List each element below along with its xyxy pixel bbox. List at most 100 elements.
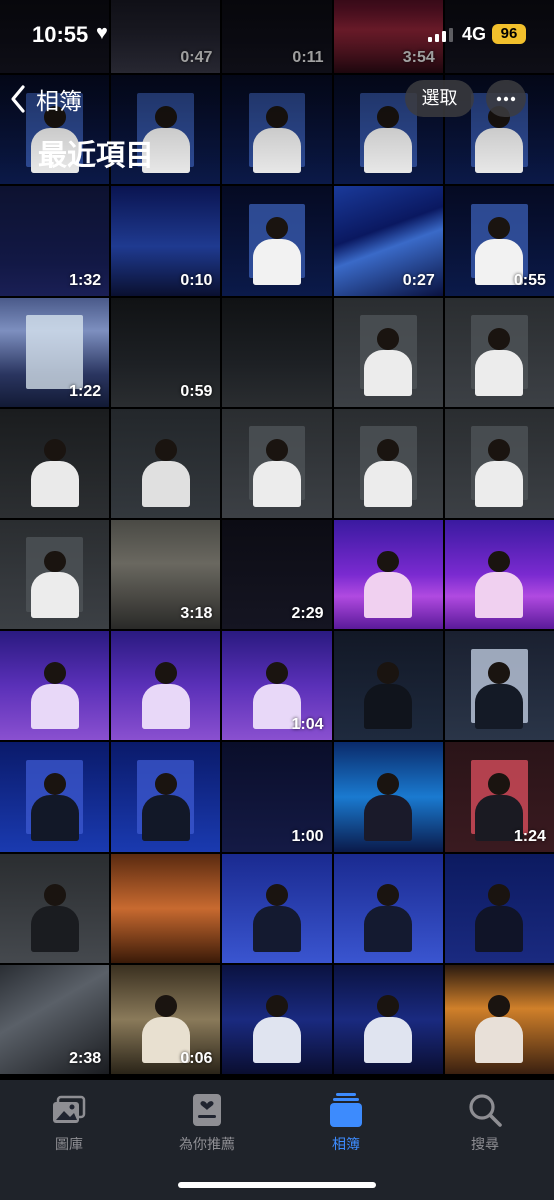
photo-thumbnail[interactable] (0, 631, 110, 741)
battery-indicator: 96 (492, 24, 526, 44)
photo-thumbnail[interactable] (111, 631, 221, 741)
tab-for-you[interactable]: 為你推薦 (152, 1090, 262, 1154)
video-thumbnail[interactable]: 1:24 (444, 742, 554, 852)
performer-head (377, 550, 400, 573)
video-thumbnail[interactable]: 2:38 (0, 964, 110, 1074)
photo-thumbnail[interactable] (222, 297, 332, 407)
video-duration: 0:59 (180, 382, 213, 400)
photo-thumbnail[interactable] (111, 853, 221, 963)
performer-body (364, 461, 413, 507)
performer-head (43, 661, 66, 684)
performer-head (266, 216, 288, 239)
photo-thumbnail[interactable] (444, 964, 554, 1074)
photo-thumbnail[interactable] (222, 408, 332, 518)
video-duration: 2:29 (291, 605, 324, 623)
photo-thumbnail[interactable] (333, 408, 443, 518)
video-thumbnail[interactable]: 1:04 (222, 631, 332, 741)
tab-label: 搜尋 (471, 1136, 499, 1152)
video-thumbnail[interactable]: 0:55 (444, 186, 554, 296)
video-thumbnail[interactable]: 0:06 (111, 964, 221, 1074)
video-thumbnail[interactable]: 0:10 (111, 186, 221, 296)
performer-head (266, 439, 288, 462)
performer-body (364, 349, 413, 396)
status-time: 10:55 (32, 22, 89, 47)
ellipsis-icon (496, 96, 516, 102)
performer-body (252, 238, 301, 285)
performer-body (475, 905, 524, 952)
video-duration: 1:24 (513, 827, 546, 845)
photos-icon (53, 1095, 86, 1123)
performer-head (377, 995, 400, 1018)
performer-head (488, 884, 511, 906)
performer-head (154, 661, 177, 684)
tab-albums[interactable]: 相簿 (291, 1090, 401, 1154)
more-button[interactable] (486, 80, 526, 117)
photo-thumbnail[interactable] (333, 297, 443, 407)
photo-thumbnail[interactable] (444, 408, 554, 518)
performer-head (488, 216, 511, 239)
photo-thumbnail[interactable] (444, 631, 554, 741)
photo-thumbnail[interactable] (222, 853, 332, 963)
heart-icon: ♥ (96, 22, 108, 44)
performer-body (364, 683, 413, 730)
video-thumbnail[interactable]: 2:29 (222, 519, 332, 630)
performer-head (377, 661, 400, 684)
performer-body (30, 572, 79, 619)
photo-thumbnail[interactable] (222, 964, 332, 1074)
video-thumbnail[interactable]: 1:00 (222, 742, 332, 852)
photo-thumbnail[interactable] (444, 519, 554, 630)
photo-thumbnail[interactable] (222, 186, 332, 296)
performer-head (154, 772, 177, 795)
performer-head (488, 550, 511, 573)
photo-thumbnail[interactable] (0, 519, 110, 630)
albums-icon (330, 1093, 362, 1127)
performer-head (266, 995, 288, 1018)
photo-thumbnail[interactable] (333, 964, 443, 1074)
video-duration: 3:18 (180, 605, 213, 623)
performer-body (30, 905, 79, 952)
performer-head (43, 884, 66, 906)
video-thumbnail[interactable]: 1:22 (0, 297, 110, 407)
back-button[interactable]: 相簿 (10, 82, 82, 116)
photo-thumbnail[interactable] (333, 631, 443, 741)
video-duration: 1:00 (291, 827, 324, 845)
performer-body (364, 572, 413, 619)
stage-screen (26, 315, 83, 390)
video-thumbnail[interactable]: 0:27 (333, 186, 443, 296)
performer-head (377, 772, 400, 795)
performer-body (475, 461, 524, 507)
photo-thumbnail[interactable] (333, 853, 443, 963)
performer-head (154, 995, 177, 1018)
photo-thumbnail[interactable] (444, 853, 554, 963)
photo-thumbnail[interactable] (111, 742, 221, 852)
performer-body (30, 461, 79, 507)
performer-body (475, 683, 524, 730)
select-button[interactable]: 選取 (405, 80, 474, 117)
video-thumbnail[interactable]: 1:32 (0, 186, 110, 296)
performer-body (364, 1017, 413, 1063)
performer-head (43, 550, 66, 573)
photo-thumbnail[interactable] (444, 297, 554, 407)
network-type: 4G (462, 24, 487, 44)
video-thumbnail[interactable]: 0:59 (111, 297, 221, 407)
photo-thumbnail[interactable] (333, 519, 443, 630)
photo-thumbnail[interactable] (0, 742, 110, 852)
video-thumbnail[interactable]: 3:18 (111, 519, 221, 630)
video-duration: 1:22 (69, 382, 102, 400)
performer-body (475, 572, 524, 619)
status-bar: 10:55 ♥ 4G 96 (0, 0, 554, 70)
tab-search[interactable]: 搜尋 (430, 1090, 540, 1154)
for-you-icon (193, 1094, 221, 1126)
photo-thumbnail[interactable] (0, 853, 110, 963)
performer-head (154, 439, 177, 462)
video-duration: 0:10 (180, 271, 213, 289)
photo-thumbnail[interactable] (111, 408, 221, 518)
tab-library[interactable]: 圖庫 (14, 1090, 124, 1154)
performer-body (30, 794, 79, 841)
tab-label: 相簿 (332, 1136, 360, 1152)
performer-body (475, 1017, 524, 1063)
page-title: 最近項目 (38, 140, 155, 172)
performer-head (488, 772, 511, 795)
photo-thumbnail[interactable] (333, 742, 443, 852)
photo-thumbnail[interactable] (0, 408, 110, 518)
